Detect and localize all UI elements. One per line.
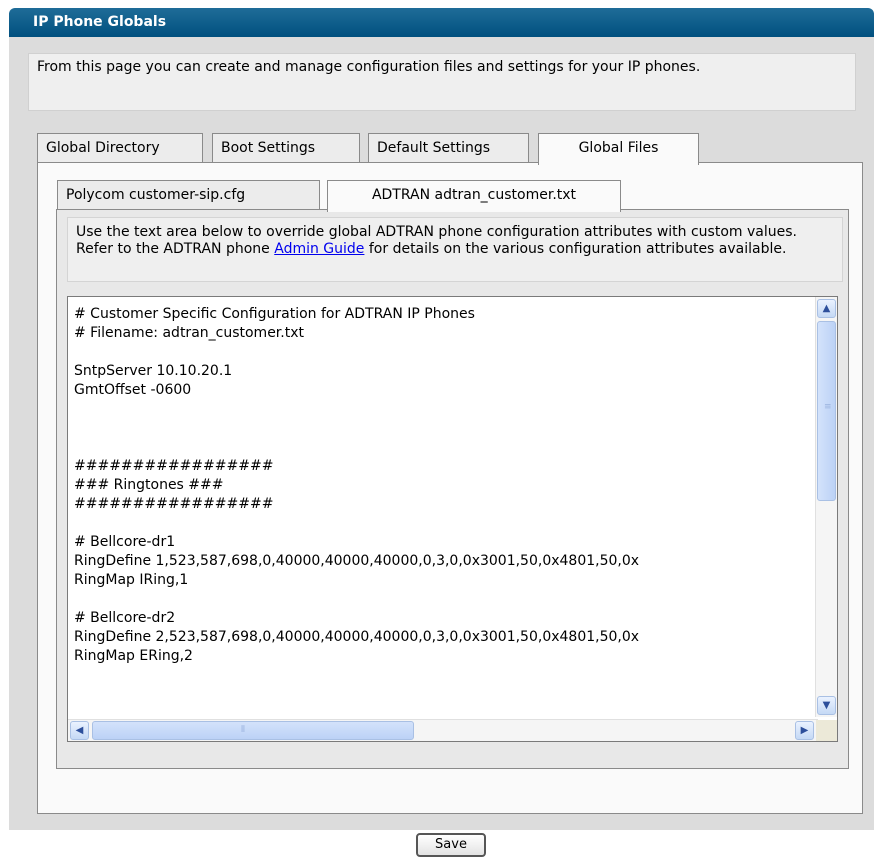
save-button[interactable]: Save — [416, 833, 486, 857]
config-line: RingDefine 2,523,587,698,0,40000,40000,4… — [74, 629, 640, 645]
tab-boot-settings[interactable]: Boot Settings — [212, 133, 360, 163]
scroll-left-arrow-icon[interactable]: ◀ — [70, 721, 89, 740]
scrollbar-corner — [816, 720, 837, 741]
config-text[interactable]: # Customer Specific Configuration for AD… — [74, 305, 810, 710]
admin-guide-link[interactable]: Admin Guide — [274, 241, 364, 257]
config-line — [74, 419, 810, 438]
vertical-scroll-thumb[interactable]: ≡ — [817, 321, 836, 501]
content-area: From this page you can create and manage… — [9, 37, 874, 857]
grip-icon: ≡ — [824, 402, 832, 412]
config-line — [74, 590, 810, 609]
global-files-panel: Polycom customer-sip.cfg ADTRAN adtran_c… — [37, 162, 863, 814]
config-line: # Bellcore-dr1 — [74, 534, 176, 550]
tab-global-directory[interactable]: Global Directory — [37, 133, 203, 163]
tab-default-settings[interactable]: Default Settings — [368, 133, 529, 163]
config-line: # Filename: adtran_customer.txt — [74, 325, 304, 341]
config-line: ################# — [74, 496, 274, 512]
page-description: From this page you can create and manage… — [28, 53, 856, 111]
grip-icon: ⦀ — [241, 725, 245, 735]
config-line: RingMap IRing,1 — [74, 572, 189, 588]
tab-global-files[interactable]: Global Files — [538, 133, 699, 165]
config-line: SntpServer 10.10.20.1 — [74, 363, 233, 379]
page-title: IP Phone Globals — [9, 8, 874, 37]
config-line: ### Ringtones ### — [74, 477, 224, 493]
config-line — [74, 514, 810, 533]
config-textarea[interactable]: # Customer Specific Configuration for AD… — [67, 296, 838, 742]
config-line — [74, 438, 810, 457]
vertical-scrollbar[interactable]: ▲ ≡ ▼ — [815, 297, 837, 717]
instructions-text: Use the text area below to override glob… — [67, 217, 843, 282]
scroll-up-arrow-icon[interactable]: ▲ — [817, 299, 836, 318]
scroll-down-arrow-icon[interactable]: ▼ — [817, 696, 836, 715]
tab-adtran-customer-txt[interactable]: ADTRAN adtran_customer.txt — [327, 180, 621, 212]
config-line: GmtOffset -0600 — [74, 382, 192, 398]
config-line: RingDefine 1,523,587,698,0,40000,40000,4… — [74, 553, 640, 569]
ip-phone-globals-panel: IP Phone Globals From this page you can … — [9, 8, 874, 857]
scroll-right-arrow-icon[interactable]: ▶ — [795, 721, 814, 740]
config-line: # Bellcore-dr2 — [74, 610, 176, 626]
config-line: RingMap ERing,2 — [74, 648, 193, 664]
config-line: ################# — [74, 458, 274, 474]
config-line — [74, 343, 810, 362]
tab-polycom-customer-sip[interactable]: Polycom customer-sip.cfg — [57, 180, 320, 210]
config-line — [74, 400, 810, 419]
config-line: # Customer Specific Configuration for AD… — [74, 306, 475, 322]
adtran-file-panel: Use the text area below to override glob… — [56, 209, 849, 769]
horizontal-scrollbar[interactable]: ◀ ⦀ ▶ — [68, 719, 818, 741]
horizontal-scroll-thumb[interactable]: ⦀ — [92, 721, 414, 740]
instructions-text-after: for details on the various configuration… — [364, 241, 787, 257]
